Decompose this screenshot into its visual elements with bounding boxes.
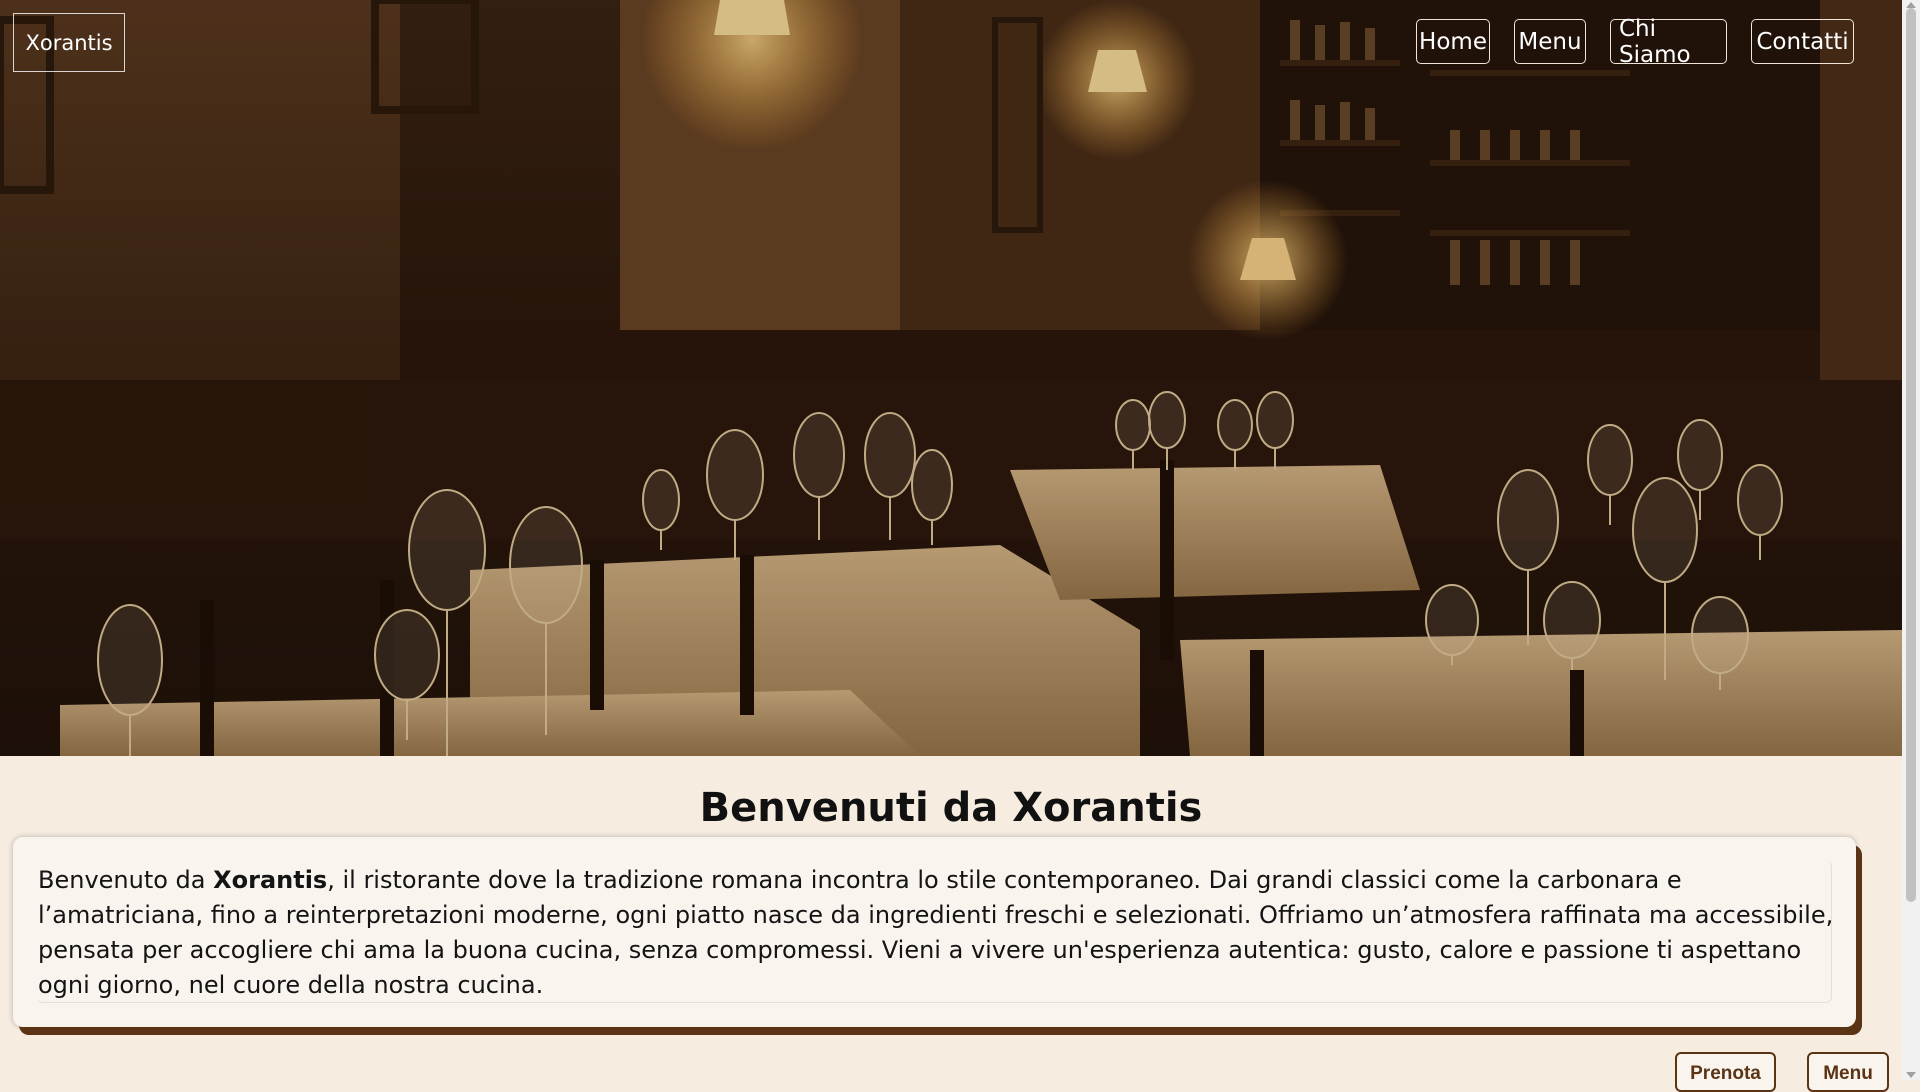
scroll-thumb[interactable] xyxy=(1906,8,1916,902)
page-scrollbar[interactable] xyxy=(1902,0,1920,1080)
nav-contatti[interactable]: Contatti xyxy=(1751,19,1854,64)
main-nav: Home Menu Chi Siamo Contatti xyxy=(1416,16,1854,68)
menu-button[interactable]: Menu xyxy=(1807,1052,1889,1092)
nav-menu[interactable]: Menu xyxy=(1514,19,1586,64)
nav-home[interactable]: Home xyxy=(1416,19,1490,64)
intro-brand-name: Xorantis xyxy=(213,866,328,894)
intro-text: Benvenuto da Xorantis, il ristorante dov… xyxy=(38,863,1842,1003)
intro-card: Benvenuto da Xorantis, il ristorante dov… xyxy=(13,837,1856,1027)
brand-logo[interactable]: Xorantis xyxy=(13,13,125,72)
restaurant-interior-photo xyxy=(0,0,1902,756)
page-title: Benvenuti da Xorantis xyxy=(699,784,1203,831)
intro-prefix: Benvenuto da xyxy=(38,866,214,894)
nav-chi-siamo[interactable]: Chi Siamo xyxy=(1610,16,1727,68)
scroll-down-icon[interactable] xyxy=(1906,1072,1916,1078)
prenota-button[interactable]: Prenota xyxy=(1675,1052,1776,1092)
hero-image: Xorantis Home Menu Chi Siamo Contatti xyxy=(0,0,1902,756)
